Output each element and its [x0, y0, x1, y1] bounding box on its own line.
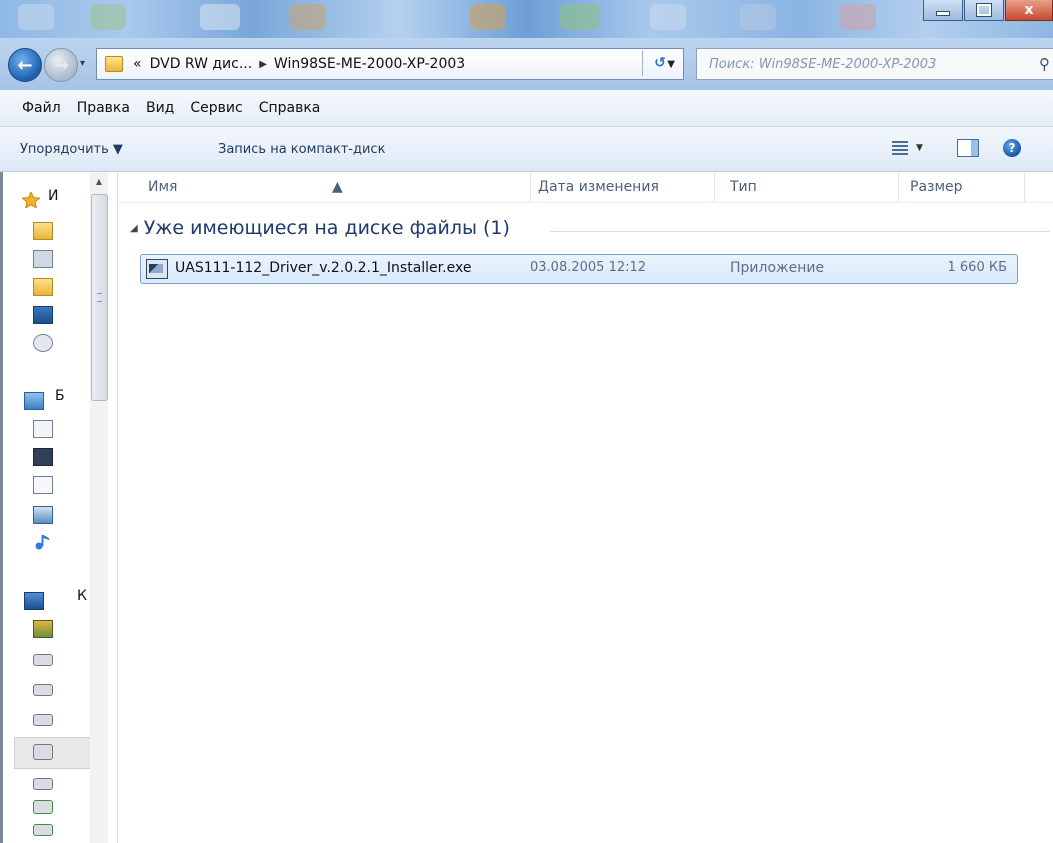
network-places-icon[interactable] [33, 334, 53, 352]
column-divider[interactable] [898, 172, 899, 202]
forward-button[interactable]: → [44, 48, 78, 82]
column-divider[interactable] [714, 172, 715, 202]
menu-bar: Файл Правка Вид Сервис Справка [0, 90, 1053, 127]
blurred-taskbar-icon [470, 4, 506, 30]
menu-edit[interactable]: Правка [69, 100, 138, 116]
column-header-row: ▲ Имя Дата изменения Тип Размер [118, 172, 1053, 203]
column-header-size[interactable]: Размер [910, 179, 963, 195]
back-arrow-icon: ← [17, 54, 33, 76]
network-drive-icon[interactable] [33, 824, 53, 836]
collapse-group-icon[interactable]: ◢ [130, 223, 138, 234]
organize-button[interactable]: Упорядочить ▼ [20, 142, 123, 157]
column-divider[interactable] [530, 172, 531, 202]
pictures-library-icon[interactable] [33, 506, 53, 524]
menu-help[interactable]: Справка [251, 100, 329, 116]
desktop-folder-icon[interactable] [33, 278, 53, 296]
installer-exe-icon [146, 259, 168, 279]
back-button[interactable]: ← [8, 48, 42, 82]
search-placeholder: Поиск: Win98SE-ME-2000-XP-2003 [709, 56, 937, 72]
menu-file[interactable]: Файл [0, 100, 69, 116]
network-drive-icon[interactable] [33, 800, 53, 814]
scrollbar-grip-icon [97, 293, 102, 302]
file-size: 1 660 КБ [947, 260, 1008, 275]
drive-icon[interactable] [33, 714, 53, 726]
system-drive-icon[interactable] [33, 620, 53, 638]
minimize-icon [936, 10, 950, 16]
column-header-name[interactable]: Имя [148, 179, 177, 195]
blurred-taskbar-icon [650, 4, 686, 30]
refresh-button[interactable]: ↺ [642, 50, 677, 76]
drive-icon[interactable] [33, 684, 53, 696]
view-controls: ▼ ? [892, 139, 1021, 157]
blurred-taskbar-icon [90, 4, 126, 30]
search-input[interactable]: Поиск: Win98SE-ME-2000-XP-2003 ⚲ [696, 48, 1053, 80]
sort-ascending-icon: ▲ [332, 179, 343, 195]
address-row: ← → ▾ « DVD RW дис... ▶ Win98SE-ME-2000-… [0, 38, 1053, 90]
nav-favorites-label[interactable]: И [48, 188, 58, 204]
minimize-button[interactable] [923, 0, 963, 21]
blurred-taskbar-icon [740, 4, 776, 30]
recent-pages-button[interactable]: ▾ [80, 58, 85, 69]
help-icon[interactable]: ? [1002, 139, 1021, 157]
search-icon[interactable]: ⚲ [1039, 55, 1050, 73]
libraries-icon[interactable] [24, 392, 44, 410]
blurred-taskbar-icon [560, 4, 600, 30]
file-date: 03.08.2005 12:12 [530, 260, 647, 275]
breadcrumb-separator-icon[interactable]: ▶ [256, 59, 270, 70]
blurred-taskbar-icon [18, 4, 54, 30]
maximize-button[interactable] [964, 0, 1004, 21]
breadcrumb-dvd-drive[interactable]: DVD RW дис... [146, 56, 257, 72]
music-library-icon[interactable] [33, 534, 51, 550]
drive-icon[interactable] [33, 778, 53, 790]
file-name[interactable]: UAS111-112_Driver_v.2.0.2.1_Installer.ex… [175, 260, 471, 276]
navigation-pane: И Б К ▲ [0, 172, 118, 843]
dvd-drive-icon[interactable] [33, 744, 53, 760]
documents-file-icon[interactable] [33, 476, 53, 494]
blurred-taskbar-icon [290, 4, 326, 30]
maximize-icon [976, 3, 992, 17]
column-header-type[interactable]: Тип [730, 179, 757, 195]
file-type: Приложение [730, 260, 825, 276]
documents-library-icon[interactable] [33, 420, 53, 438]
desktop-icon[interactable] [33, 306, 53, 324]
blurred-taskbar-icon [840, 4, 876, 30]
downloads-folder-icon[interactable] [33, 222, 53, 240]
forward-arrow-icon: → [53, 54, 69, 76]
command-bar: Упорядочить ▼ Запись на компакт-диск ▼ ? [0, 127, 1053, 172]
preview-pane-icon[interactable] [956, 139, 979, 157]
window-title-bar: x [0, 0, 1053, 38]
blurred-taskbar-icon [200, 4, 240, 30]
favorites-star-icon[interactable] [22, 192, 40, 208]
burn-to-disc-button[interactable]: Запись на компакт-диск [218, 142, 385, 157]
menu-tools[interactable]: Сервис [182, 100, 250, 116]
scroll-up-icon[interactable]: ▲ [90, 172, 108, 190]
change-view-icon[interactable] [892, 141, 908, 155]
refresh-icon: ↺ [654, 55, 666, 71]
window-controls: x [922, 0, 1053, 24]
close-button[interactable]: x [1005, 0, 1053, 21]
group-label: Уже имеющиеся на диске файлы (1) [143, 217, 510, 239]
breadcrumb-overflow[interactable]: « [129, 56, 146, 72]
column-header-date[interactable]: Дата изменения [538, 179, 659, 195]
nav-selected-drive-row[interactable] [14, 737, 92, 769]
computer-icon[interactable] [24, 592, 44, 610]
folder-icon [105, 56, 123, 72]
pane-border [0, 172, 3, 843]
file-list-pane: ▲ Имя Дата изменения Тип Размер ◢ Уже им… [118, 172, 1053, 843]
nav-libraries-label[interactable]: Б [55, 388, 65, 404]
breadcrumb-current-folder[interactable]: Win98SE-ME-2000-XP-2003 [270, 56, 469, 72]
drive-icon[interactable] [33, 654, 53, 666]
nav-computer-label[interactable]: К [77, 588, 87, 604]
column-divider[interactable] [1024, 172, 1025, 202]
group-divider [550, 231, 1050, 232]
recent-places-icon[interactable] [33, 250, 53, 268]
nav-scrollbar-thumb[interactable] [91, 194, 108, 401]
address-bar[interactable]: « DVD RW дис... ▶ Win98SE-ME-2000-XP-200… [96, 48, 684, 80]
file-row[interactable]: UAS111-112_Driver_v.2.0.2.1_Installer.ex… [140, 254, 1018, 284]
close-icon: x [1024, 2, 1034, 18]
videos-library-icon[interactable] [33, 448, 53, 466]
view-options-dropdown-icon[interactable]: ▼ [916, 143, 923, 153]
menu-view[interactable]: Вид [138, 100, 182, 116]
group-header[interactable]: ◢ Уже имеющиеся на диске файлы (1) [130, 217, 510, 239]
